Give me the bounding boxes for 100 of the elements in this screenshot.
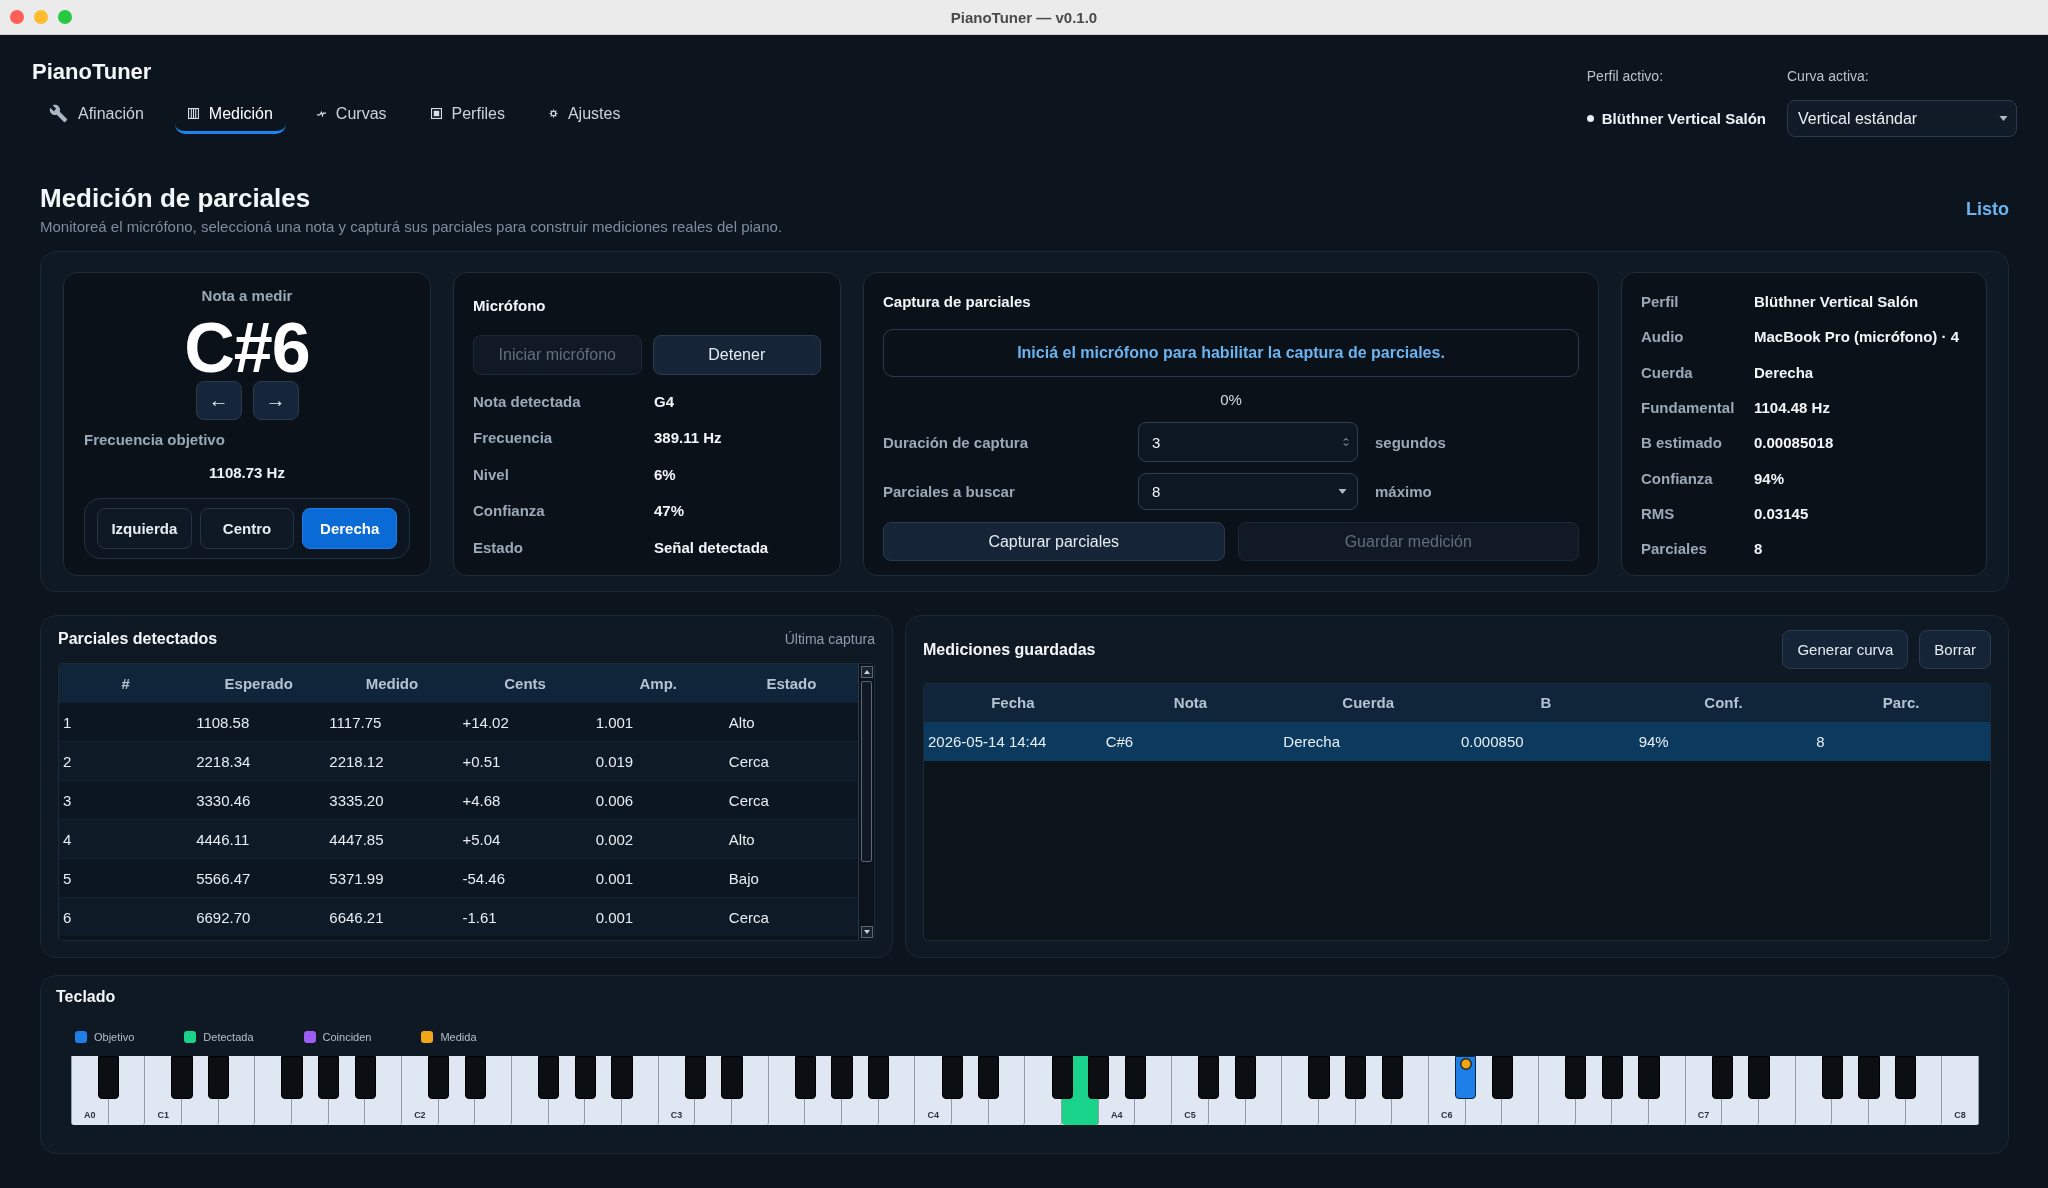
scroll-up-icon[interactable] <box>860 666 873 678</box>
window-zoom-button[interactable] <box>58 10 72 24</box>
sharp-key[interactable] <box>978 1056 1000 1099</box>
field-label: Duración de captura <box>883 433 1030 451</box>
table-cell-text: 5 <box>62 869 73 887</box>
sharp-key[interactable] <box>1491 1056 1513 1099</box>
legend-label: Coinciden <box>322 1031 372 1043</box>
field-value: MacBook Pro (micrófono) · 4 <box>1754 328 1960 346</box>
table-cell-text: Bajo <box>727 869 760 887</box>
sharp-key[interactable] <box>1234 1056 1257 1099</box>
sharp-key[interactable] <box>1564 1056 1587 1099</box>
sharp-key[interactable] <box>318 1056 340 1099</box>
legend-label: Detectada <box>203 1031 254 1043</box>
column-header[interactable]: Esperado <box>192 674 326 692</box>
sharp-key[interactable] <box>354 1056 376 1099</box>
string-option[interactable]: Derecha <box>302 508 397 549</box>
column-header[interactable]: Parc. <box>1812 694 1990 711</box>
spinner-icon[interactable] <box>1343 436 1349 448</box>
field-label: Perfil <box>1641 293 1680 311</box>
card-title: Captura de parciales <box>883 292 1032 312</box>
sharp-key[interactable] <box>794 1056 817 1099</box>
columns-icon <box>187 108 199 119</box>
sharp-key[interactable] <box>1344 1056 1367 1099</box>
column-header[interactable]: Amp. <box>591 674 725 692</box>
panel-title: Teclado <box>56 987 117 1007</box>
sharp-key[interactable] <box>1821 1056 1843 1099</box>
table-cell-text: 2218.12 <box>328 752 385 770</box>
field-label: Curva activa: <box>1787 68 1870 84</box>
progress-text: 0% <box>1219 390 1243 410</box>
table-row[interactable]: 2026-05-14 14:44 C#6 Derecha 0.000850 94% 8 <box>924 721 1990 761</box>
sharp-key[interactable] <box>538 1056 560 1099</box>
sharp-key[interactable] <box>1381 1056 1403 1099</box>
select-field[interactable]: 8 <box>1138 473 1358 510</box>
column-header[interactable]: Cents <box>458 674 592 692</box>
action-button[interactable]: Detener <box>652 335 821 375</box>
sharp-key[interactable] <box>941 1056 963 1099</box>
card-title: Micrófono <box>473 296 547 316</box>
column-header[interactable]: Conf. <box>1634 694 1813 711</box>
sharp-key[interactable] <box>1601 1056 1623 1099</box>
sharp-key[interactable] <box>868 1056 890 1099</box>
scrollbar-track[interactable] <box>858 664 874 940</box>
sharp-key[interactable] <box>1454 1056 1477 1099</box>
table-cell-text: +4.68 <box>461 791 502 809</box>
column-header[interactable]: Fecha <box>924 694 1102 711</box>
natural-key[interactable]: A0 <box>72 1099 109 1125</box>
previous-note-button[interactable]: ← <box>195 381 242 420</box>
column-header[interactable]: B <box>1457 694 1635 711</box>
card-title: Nota a medir <box>200 286 294 306</box>
curve-select[interactable]: Vertical estándar <box>1787 100 2017 137</box>
nav-tab[interactable]: Ajustes <box>535 96 634 134</box>
field-label: Perfil activo: <box>1586 68 1665 84</box>
sharp-key[interactable] <box>1124 1056 1147 1099</box>
sharp-key[interactable] <box>208 1056 230 1099</box>
sharp-key[interactable] <box>1051 1056 1073 1099</box>
table-cell-text: 3 <box>62 791 73 809</box>
string-option[interactable]: Izquierda <box>97 508 192 549</box>
table-cell-text: C#6 <box>1104 733 1135 750</box>
table-cell-text: Alto <box>727 713 756 731</box>
action-button[interactable]: Generar curva <box>1782 630 1909 669</box>
field-value: Señal detectada <box>654 538 770 556</box>
panel-title: Parciales detectados <box>58 629 218 649</box>
page-title: Medición de parciales <box>40 182 312 214</box>
field-label: Parciales <box>1641 540 1708 558</box>
scrollbar-thumb[interactable] <box>861 681 872 862</box>
table-cell-text: 94% <box>1637 733 1670 750</box>
column-header[interactable]: Estado <box>724 674 858 692</box>
window-minimize-button[interactable] <box>34 10 48 24</box>
field-value: 8 <box>1754 540 1764 558</box>
string-option[interactable]: Centro <box>199 508 295 549</box>
sharp-key[interactable] <box>428 1056 450 1099</box>
action-button[interactable]: Capturar parciales <box>883 522 1225 561</box>
sharp-key[interactable] <box>1088 1056 1110 1099</box>
number-field[interactable]: 3 <box>1138 422 1358 462</box>
column-header[interactable]: Cuerda <box>1279 694 1457 711</box>
next-note-button[interactable]: → <box>252 381 299 420</box>
app-title: PianoTuner <box>32 59 153 85</box>
sharp-key[interactable] <box>1895 1056 1917 1099</box>
column-header[interactable]: Nota <box>1101 694 1280 711</box>
unit-label: segundos <box>1375 433 1447 451</box>
table-cell-text: 0.000850 <box>1460 733 1525 750</box>
sharp-key[interactable] <box>1198 1056 1220 1099</box>
nav-tab[interactable]: Curvas <box>303 96 400 134</box>
nav-tab[interactable]: Medición <box>174 96 286 134</box>
sharp-key[interactable] <box>98 1056 120 1099</box>
sharp-key[interactable] <box>574 1056 597 1099</box>
notice-banner: Iniciá el micrófono para habilitar la captura de parciales. <box>883 329 1579 377</box>
scroll-down-icon[interactable] <box>860 926 873 938</box>
sharp-key[interactable] <box>464 1056 487 1099</box>
table-cell-text: 1117.75 <box>328 713 383 731</box>
sharp-key[interactable] <box>1711 1056 1733 1099</box>
field-value: 47% <box>654 502 686 520</box>
sharp-key[interactable] <box>684 1056 707 1099</box>
column-header[interactable]: # <box>59 674 193 692</box>
action-button[interactable]: Borrar <box>1919 630 1991 669</box>
unit-label: máximo <box>1375 483 1433 500</box>
column-header[interactable]: Medido <box>325 674 459 692</box>
nav-tab[interactable]: Afinación <box>36 96 157 134</box>
nav-tab[interactable]: Perfiles <box>417 96 518 134</box>
window-close-button[interactable] <box>10 10 24 24</box>
table-cell-text: 1108.58 <box>195 713 251 731</box>
